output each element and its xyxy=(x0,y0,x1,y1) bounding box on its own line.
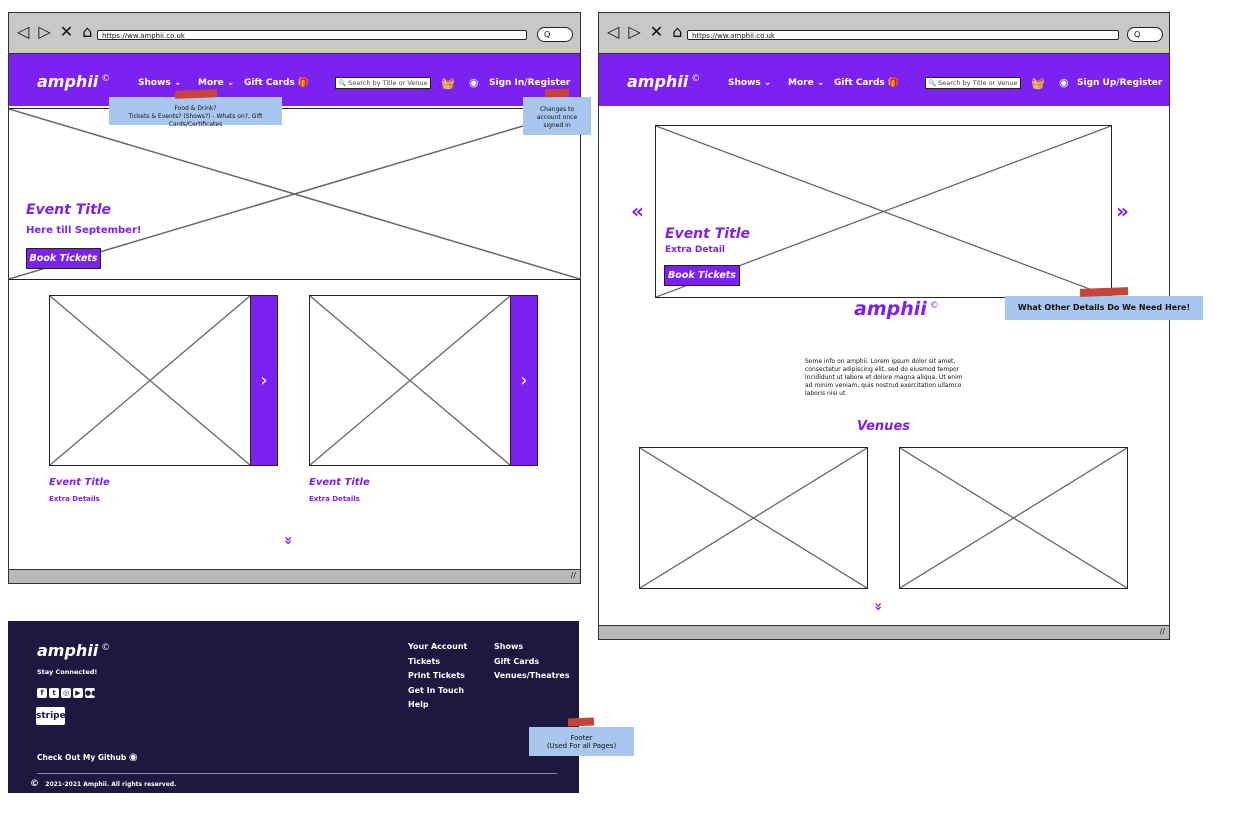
search-input[interactable]: 🔍 Search by Title or Venue xyxy=(335,77,431,89)
browser-nav-icons[interactable]: ◁ ▷ ✕ ⌂ xyxy=(607,22,684,41)
card-event-title[interactable]: Event Title xyxy=(49,477,110,488)
basket-icon[interactable]: 🧺 xyxy=(441,77,455,90)
footer-link[interactable]: Gift Cards xyxy=(494,655,570,670)
card-event-title[interactable]: Event Title xyxy=(309,477,370,488)
nav-gift-cards[interactable]: Gift Cards 🎁 xyxy=(244,78,309,88)
sign-in-link[interactable]: Sign In/Register xyxy=(489,78,570,88)
sign-up-link[interactable]: Sign Up/Register xyxy=(1077,78,1162,88)
scroll-down-icon[interactable]: » xyxy=(870,602,886,608)
flickr-icon[interactable]: ●● xyxy=(85,688,97,698)
scroll-down-icon[interactable]: » xyxy=(280,536,296,542)
note-more-menu: Food & Drink? Tickets & Events? (Shows?) … xyxy=(109,97,282,128)
site-navbar: amphii © Shows ⌄ More ⌄ Gift Cards 🎁 🔍 Se… xyxy=(599,54,1169,106)
footer-link[interactable]: Get In Touch xyxy=(408,684,467,699)
nav-more[interactable]: More ⌄ xyxy=(198,78,234,88)
search-icon: 🔍 xyxy=(928,79,937,87)
footer-link[interactable]: Tickets xyxy=(408,655,467,670)
browser-nav-icons[interactable]: ◁ ▷ ✕ ⌂ xyxy=(17,22,94,41)
hero-event-title: Event Title xyxy=(26,202,112,218)
note-tape xyxy=(1079,287,1129,297)
browser-window-home: ◁ ▷ ✕ ⌂ https://ww.amphii.co.uk Q amphii… xyxy=(8,12,581,584)
site-logo[interactable]: amphii © xyxy=(627,72,700,91)
browser-search-icon[interactable]: Q xyxy=(537,27,573,42)
twitter-icon[interactable]: t xyxy=(49,688,59,698)
browser-search-icon[interactable]: Q xyxy=(1127,27,1163,42)
stripe-logo: stripe xyxy=(36,707,66,725)
hero-event-subtitle: Extra Detail xyxy=(665,245,726,255)
footer-link[interactable]: Shows xyxy=(494,640,570,655)
hero-event-title: Event Title xyxy=(665,226,751,242)
nav-gift-cards[interactable]: Gift Cards 🎁 xyxy=(834,78,899,88)
note-account: Changes to account once signed in xyxy=(523,97,591,135)
resize-grip-icon[interactable]: // xyxy=(1160,627,1165,636)
note-tape xyxy=(567,717,595,727)
nav-shows[interactable]: Shows ⌄ xyxy=(728,78,771,88)
browser-window-home-alt: ◁ ▷ ✕ ⌂ https://ww.amphii.co.uk Q amphii… xyxy=(598,12,1170,640)
horizontal-scrollbar[interactable]: // xyxy=(599,625,1169,639)
note-footer: Footer (Used For all Pages) xyxy=(529,727,634,756)
account-icon[interactable]: ◉ xyxy=(1059,76,1069,89)
card-event-detail: Extra Details xyxy=(49,495,100,503)
card-event-detail: Extra Details xyxy=(309,495,360,503)
book-tickets-button[interactable]: Book Tickets xyxy=(26,248,101,269)
github-icon: ◉ xyxy=(128,752,138,763)
nav-more[interactable]: More ⌄ xyxy=(788,78,824,88)
search-icon: 🔍 xyxy=(338,79,347,87)
footer-link[interactable]: Help xyxy=(408,698,467,713)
note-tape xyxy=(544,88,570,98)
venue-card-image[interactable] xyxy=(899,447,1128,589)
gift-icon: 🎁 xyxy=(297,78,310,88)
footer-logo[interactable]: amphii © xyxy=(37,641,110,660)
youtube-icon[interactable]: ▶ xyxy=(73,688,83,698)
site-footer: amphii © Stay Connected! f t ◎ ▶ ●● stripe Ch… xyxy=(8,621,579,793)
footer-links-site: Shows Gift Cards Venues/Theatres xyxy=(494,640,570,684)
card-next-button[interactable]: › xyxy=(250,296,277,465)
github-link[interactable]: Check Out My Github ◉ xyxy=(37,752,138,763)
note-tape xyxy=(174,89,218,99)
browser-toolbar: ◁ ▷ ✕ ⌂ https://ww.amphii.co.uk Q xyxy=(9,13,580,54)
footer-links-account: Your Account Tickets Print Tickets Get I… xyxy=(408,640,467,713)
footer-divider xyxy=(37,773,557,774)
social-links: f t ◎ ▶ ●● xyxy=(37,680,97,699)
about-logo: amphii © xyxy=(854,298,939,320)
about-text: Some info on amphii. Lorem ipsum dolor s… xyxy=(805,358,963,397)
instagram-icon[interactable]: ◎ xyxy=(61,688,71,698)
carousel-next-icon[interactable]: » xyxy=(1116,199,1129,223)
event-card-image[interactable]: › xyxy=(49,295,278,466)
footer-link[interactable]: Print Tickets xyxy=(408,669,467,684)
address-bar[interactable]: https://ww.amphii.co.uk xyxy=(97,30,527,40)
book-tickets-button[interactable]: Book Tickets xyxy=(664,265,740,286)
site-navbar: amphii © Shows ⌄ More ⌄ Gift Cards 🎁 🔍 Se… xyxy=(9,54,580,106)
resize-grip-icon[interactable]: // xyxy=(571,571,576,580)
stay-connected-label: Stay Connected! xyxy=(37,668,98,676)
footer-link[interactable]: Venues/Theatres xyxy=(494,669,570,684)
venues-heading: Venues xyxy=(857,419,910,434)
footer-link[interactable]: Your Account xyxy=(408,640,467,655)
address-bar[interactable]: https://ww.amphii.co.uk xyxy=(687,30,1119,40)
copyright: © 2021-2021 Amphii. All rights reserved. xyxy=(30,779,177,789)
note-other-details: What Other Details Do We Need Here! xyxy=(1005,296,1203,320)
venue-card-image[interactable] xyxy=(639,447,868,589)
browser-toolbar: ◁ ▷ ✕ ⌂ https://ww.amphii.co.uk Q xyxy=(599,13,1169,54)
nav-shows[interactable]: Shows ⌄ xyxy=(138,78,181,88)
basket-icon[interactable]: 🧺 xyxy=(1031,77,1045,90)
site-logo[interactable]: amphii © xyxy=(37,72,110,91)
account-icon[interactable]: ◉ xyxy=(469,76,479,89)
facebook-icon[interactable]: f xyxy=(37,688,47,698)
gift-icon: 🎁 xyxy=(887,78,900,88)
hero-event-subtitle: Here till September! xyxy=(26,225,142,236)
card-next-button[interactable]: › xyxy=(510,296,537,465)
event-card-image[interactable]: › xyxy=(309,295,538,466)
horizontal-scrollbar[interactable]: // xyxy=(9,569,580,583)
search-input[interactable]: 🔍 Search by Title or Venue xyxy=(925,77,1021,89)
carousel-prev-icon[interactable]: « xyxy=(631,199,644,223)
